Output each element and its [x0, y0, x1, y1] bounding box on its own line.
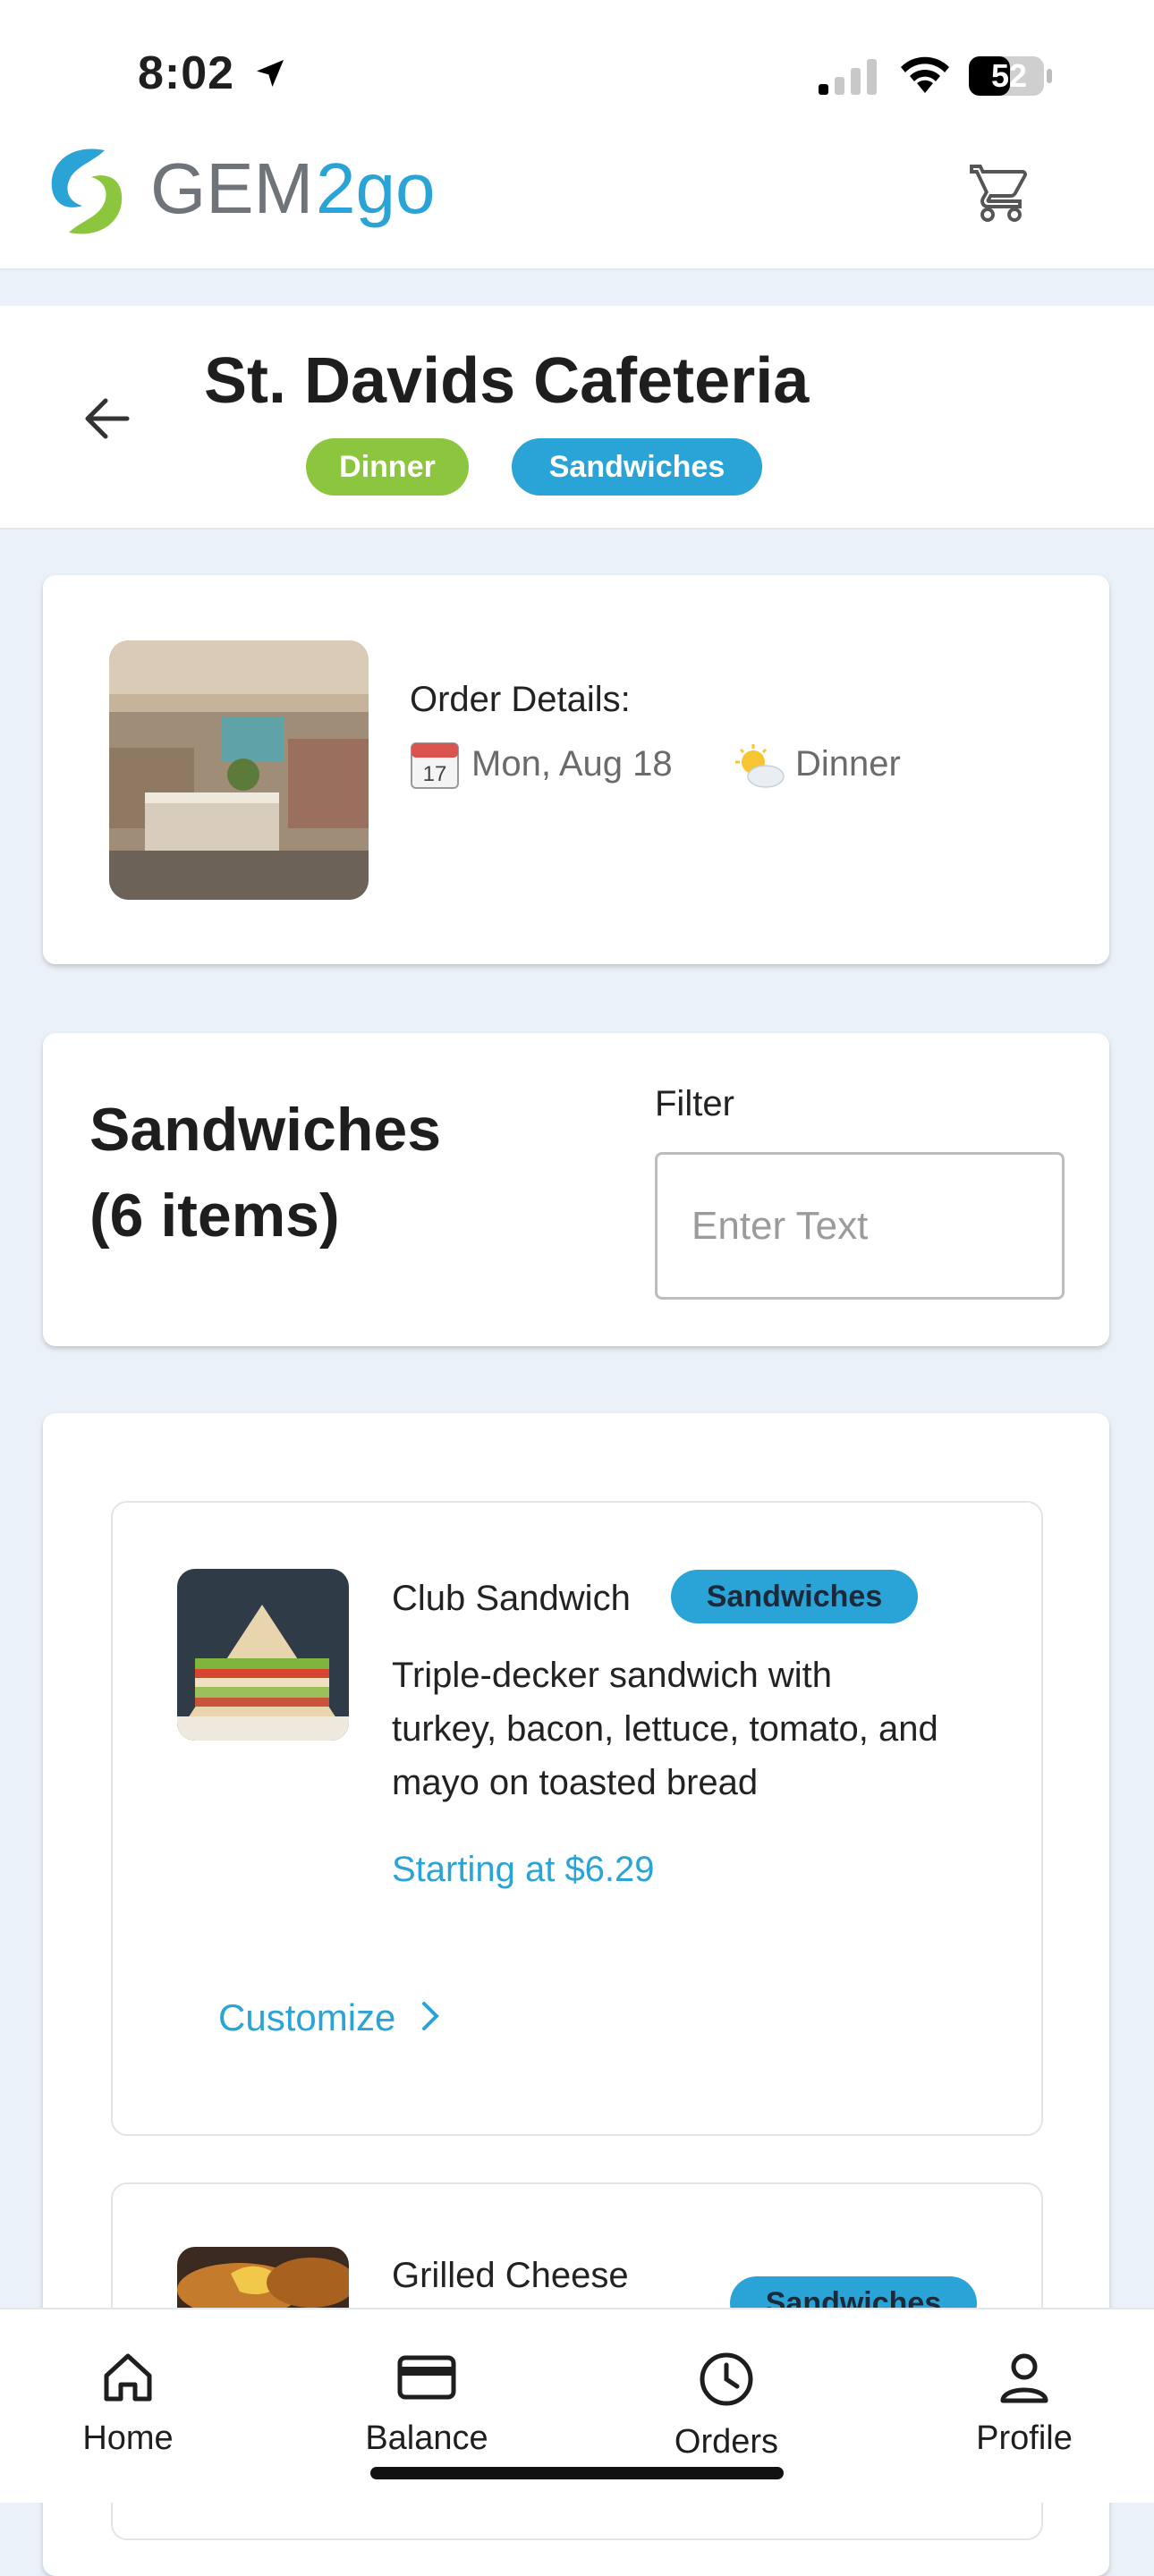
brand-name-2go: 2go: [316, 148, 436, 228]
order-details-label: Order Details:: [410, 680, 631, 719]
title-bar: [0, 306, 1154, 530]
item-name: Club Sandwich: [392, 1579, 631, 1618]
status-time: 8:02: [138, 47, 235, 99]
cart-icon[interactable]: [969, 161, 1033, 230]
tag-sandwiches: Sandwiches: [512, 438, 762, 496]
nav-orders-label: Orders: [674, 2423, 779, 2461]
nav-balance[interactable]: Balance: [328, 2351, 525, 2458]
page-title: St. Davids Cafeteria: [204, 345, 810, 417]
svg-text:17: 17: [423, 762, 447, 786]
club-sandwich-photo: [177, 1569, 349, 1741]
location-arrow-icon: [252, 55, 288, 96]
back-arrow-icon[interactable]: [81, 394, 134, 448]
nav-profile[interactable]: Profile: [926, 2351, 1123, 2458]
section-item-count: (6 items): [89, 1182, 340, 1250]
chevron-right-icon: [420, 2001, 440, 2036]
order-date: Mon, Aug 18: [471, 744, 673, 784]
header-spacer: [0, 270, 1154, 306]
customize-button[interactable]: Customize: [218, 1996, 440, 2039]
gem2go-logo-icon: [42, 143, 132, 246]
calendar-icon: 17: [410, 740, 460, 794]
section-title: Sandwiches (6 items): [89, 1087, 537, 1258]
item-category-badge: Sandwiches: [671, 1570, 918, 1623]
nav-home[interactable]: Home: [30, 2351, 226, 2458]
person-icon: [996, 2353, 1053, 2408]
nav-profile-label: Profile: [976, 2419, 1073, 2457]
card-icon: [396, 2355, 457, 2408]
brand-name-gem: GEM: [150, 148, 314, 228]
item-name: Grilled Cheese: [392, 2256, 629, 2295]
customize-label: Customize: [218, 1996, 396, 2038]
item-price: Starting at $6.29: [392, 1850, 655, 1889]
order-meal: Dinner: [795, 744, 901, 784]
nav-balance-label: Balance: [365, 2419, 488, 2457]
wifi-icon: [897, 54, 953, 99]
home-icon: [99, 2353, 157, 2408]
cafeteria-photo: [109, 640, 369, 900]
home-indicator[interactable]: [370, 2467, 784, 2479]
grilled-cheese-photo: [177, 2247, 349, 2308]
cellular-signal-icon: [819, 59, 881, 99]
tag-dinner: Dinner: [306, 438, 469, 496]
filter-label: Filter: [655, 1084, 734, 1123]
sun-behind-cloud-icon: [734, 744, 785, 793]
nav-orders[interactable]: Orders: [628, 2351, 825, 2462]
battery-level: 52: [990, 57, 1028, 94]
section-title-name: Sandwiches: [89, 1096, 442, 1164]
item-description: Triple-decker sandwich with turkey, baco…: [392, 1656, 938, 1802]
filter-input[interactable]: [655, 1152, 1065, 1300]
nav-home-label: Home: [82, 2419, 174, 2457]
clock-icon: [698, 2352, 755, 2411]
